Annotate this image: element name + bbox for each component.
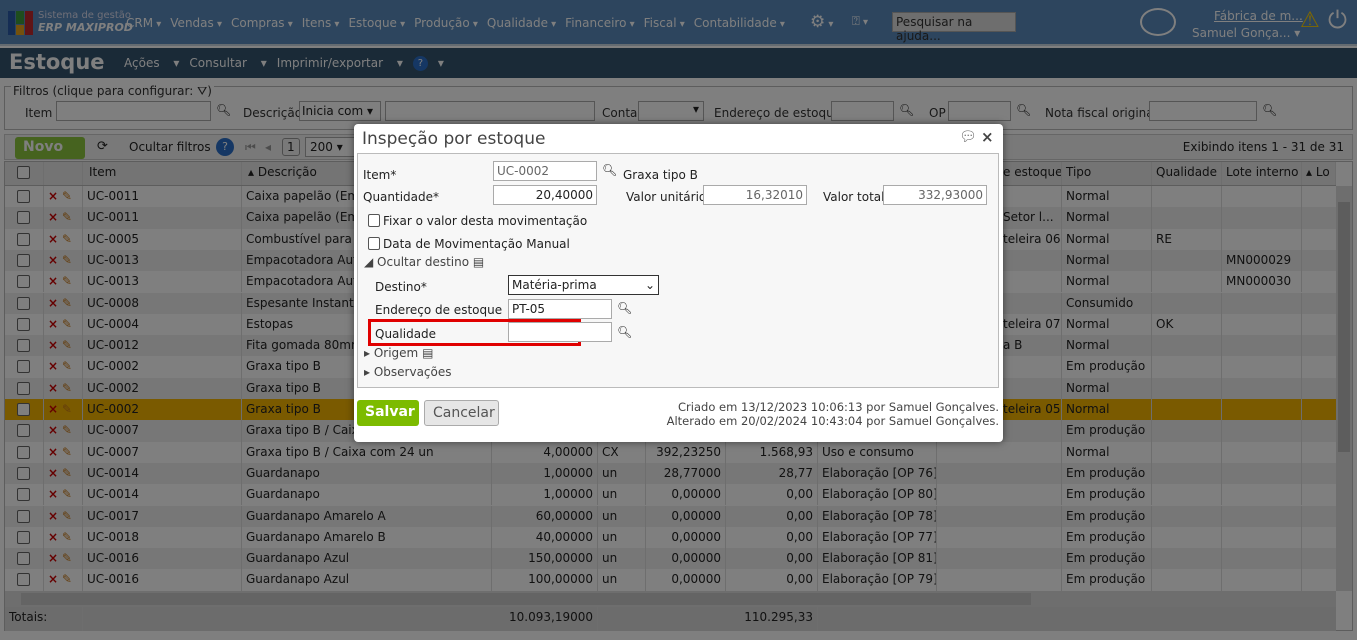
dialog-body: Item* UC-0002 🔍︎ Graxa tipo B Quantidade… [357,153,999,388]
inspecao-dialog: Inspeção por estoque 💬︎ × Item* UC-0002 … [354,124,1003,442]
qualidade-label: Qualidade [375,327,437,341]
endereco-label: Endereço de estoque [375,303,503,317]
audit-info: Criado em 13/12/2023 10:06:13 por Samuel… [667,400,999,428]
search-icon[interactable]: 🔍︎ [617,301,632,315]
search-icon[interactable]: 🔍︎ [617,325,632,339]
valor-unitario-input[interactable]: 16,32010 [703,185,807,205]
quantidade-label: Quantidade* [363,190,440,204]
label: Origem [373,346,419,360]
label: Ocultar destino [377,255,470,269]
comment-icon[interactable]: 💬︎ [959,129,977,145]
fixar-label: Fixar o valor desta movimentação [383,214,588,228]
label: Observações [373,365,452,379]
data-manual-checkbox[interactable] [368,237,380,250]
endereco-input[interactable]: PT-05 [508,299,612,319]
salvar-button[interactable]: Salvar [357,400,419,426]
observacoes-toggle[interactable]: ▸ Observações [364,365,452,379]
valor-total-input[interactable]: 332,93000 [883,185,987,205]
dialog-title: Inspeção por estoque [362,129,546,149]
item-label: Item* [363,168,397,182]
data-manual-label: Data de Movimentação Manual [383,237,570,251]
value: Matéria-prima [512,278,597,292]
ocultar-destino-toggle[interactable]: ◢ Ocultar destino ▤ [364,255,484,269]
notes-icon: ▤ [422,346,434,360]
destino-select[interactable]: Matéria-prima ⌄ [508,275,659,295]
cancelar-button[interactable]: Cancelar [424,400,499,426]
item-input[interactable]: UC-0002 [493,161,597,181]
item-description: Graxa tipo B [623,168,698,182]
fixar-checkbox[interactable] [368,214,380,227]
search-icon[interactable]: 🔍︎ [602,163,617,177]
alterado-text: Alterado em 20/02/2024 10:43:04 por Samu… [666,414,999,428]
qualidade-input[interactable] [508,322,612,342]
valor-total-label: Valor total [823,190,885,204]
notes-icon: ▤ [472,255,485,269]
origem-toggle[interactable]: ▸ Origem ▤ [364,346,433,360]
destino-label: Destino* [375,280,427,294]
criado-text: Criado em 13/12/2023 10:06:13 por Samuel… [678,400,999,414]
close-icon[interactable]: × [981,128,994,146]
quantidade-input[interactable]: 20,40000 [493,185,597,205]
valor-unitario-label: Valor unitário [626,190,707,204]
